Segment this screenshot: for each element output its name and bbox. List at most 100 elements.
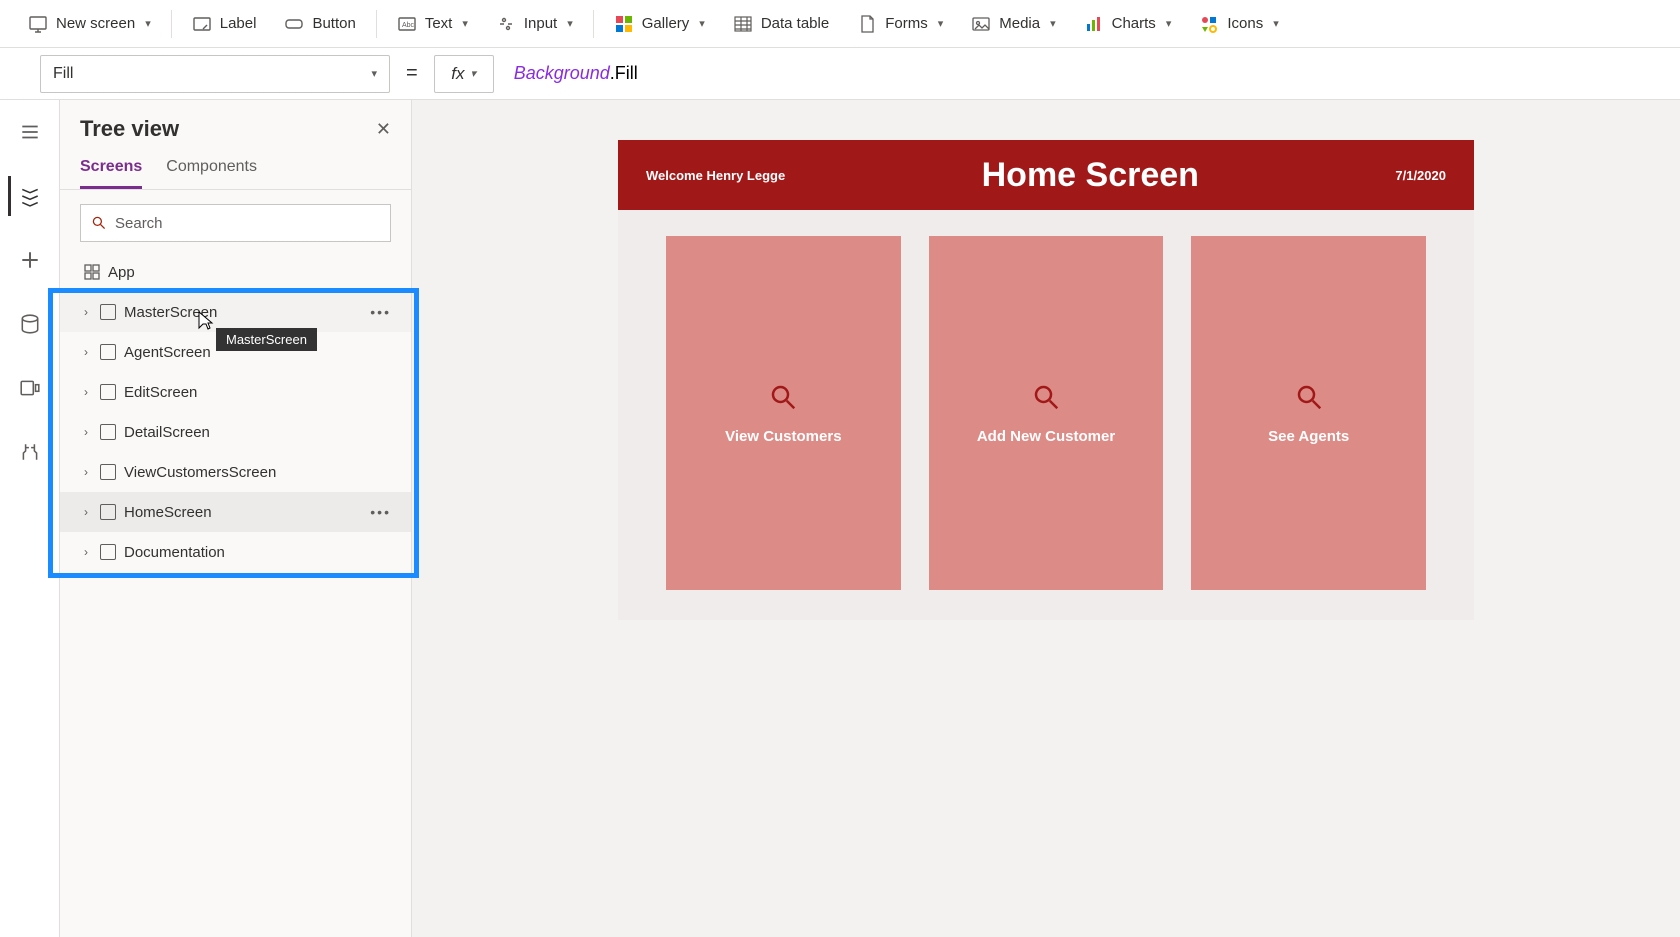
tile-label: See Agents [1268, 428, 1349, 445]
search-icon [1294, 382, 1324, 416]
ribbon-separator [376, 10, 377, 38]
chevron-down-icon: ▾ [145, 17, 151, 30]
label-label: Label [220, 15, 257, 32]
tooltip: MasterScreen [216, 328, 317, 351]
chevron-down-icon: ▾ [1050, 17, 1056, 30]
chevron-right-icon[interactable]: › [80, 305, 92, 319]
chevron-right-icon[interactable]: › [80, 545, 92, 559]
rail-hamburger[interactable] [10, 112, 50, 152]
media-button[interactable]: Media ▾ [959, 8, 1067, 40]
data-table-button[interactable]: Data table [721, 8, 841, 40]
chevron-down-icon: ▾ [471, 67, 477, 80]
chevron-down-icon: ▾ [462, 17, 468, 30]
text-button[interactable]: Abc Text ▾ [385, 8, 480, 40]
tree-node-app[interactable]: App [60, 252, 411, 292]
tree-label: HomeScreen [124, 504, 212, 521]
tab-components[interactable]: Components [166, 150, 257, 189]
tree-node-screen[interactable]: › HomeScreen ••• [60, 492, 411, 532]
tree-node-screen[interactable]: › EditScreen [60, 372, 411, 412]
tree-node-screen[interactable]: › Documentation [60, 532, 411, 572]
app-header: Welcome Henry Legge Home Screen 7/1/2020 [618, 140, 1474, 210]
tile-view-customers[interactable]: View Customers [666, 236, 901, 590]
panel-title: Tree view [80, 116, 179, 142]
welcome-text: Welcome Henry Legge [646, 168, 785, 183]
charts-label: Charts [1112, 15, 1156, 32]
label-icon [192, 14, 212, 34]
button-button[interactable]: Button [272, 8, 367, 40]
media-label: Media [999, 15, 1040, 32]
fx-label: fx [451, 64, 464, 84]
rail-data[interactable] [10, 304, 50, 344]
search-input[interactable]: Search [80, 204, 391, 242]
rail-insert[interactable] [10, 240, 50, 280]
input-button[interactable]: Input ▾ [484, 8, 585, 40]
gallery-icon [614, 14, 634, 34]
formula-input[interactable]: Background.Fill [506, 55, 1680, 93]
date-text: 7/1/2020 [1395, 168, 1446, 183]
chevron-down-icon: ▾ [1273, 17, 1279, 30]
forms-button[interactable]: Forms ▾ [845, 8, 955, 40]
screen-icon [100, 544, 116, 560]
data-table-icon [733, 14, 753, 34]
chevron-right-icon[interactable]: › [80, 465, 92, 479]
chevron-down-icon: ▾ [371, 67, 377, 80]
tree-node-screen[interactable]: › ViewCustomersScreen [60, 452, 411, 492]
equals-sign: = [402, 62, 422, 85]
text-icon: Abc [397, 14, 417, 34]
forms-label: Forms [885, 15, 928, 32]
new-screen-button[interactable]: New screen ▾ [16, 8, 163, 40]
property-value: Fill [53, 65, 73, 83]
chevron-down-icon: ▾ [699, 17, 705, 30]
input-label: Input [524, 15, 557, 32]
chevron-down-icon: ▾ [938, 17, 944, 30]
icons-button[interactable]: Icons ▾ [1187, 8, 1290, 40]
search-placeholder: Search [115, 215, 163, 232]
ribbon-separator [171, 10, 172, 38]
formula-property: .Fill [610, 63, 638, 84]
canvas-area[interactable]: Welcome Henry Legge Home Screen 7/1/2020… [412, 100, 1680, 937]
search-icon [1031, 382, 1061, 416]
tree-label: MasterScreen [124, 304, 217, 321]
chevron-right-icon[interactable]: › [80, 385, 92, 399]
tile-add-customer[interactable]: Add New Customer [929, 236, 1164, 590]
screen-title: Home Screen [982, 156, 1199, 195]
tab-screens[interactable]: Screens [80, 150, 142, 189]
left-rail [0, 100, 60, 937]
gallery-button[interactable]: Gallery ▾ [602, 8, 717, 40]
charts-button[interactable]: Charts ▾ [1072, 8, 1184, 40]
chevron-right-icon[interactable]: › [80, 505, 92, 519]
more-icon[interactable]: ••• [370, 504, 391, 520]
tree-label: AgentScreen [124, 344, 211, 361]
more-icon[interactable]: ••• [370, 304, 391, 320]
input-icon [496, 14, 516, 34]
tree-node-screen[interactable]: › DetailScreen [60, 412, 411, 452]
ribbon-separator [593, 10, 594, 38]
tree-node-screen[interactable]: › MasterScreen ••• [60, 292, 411, 332]
screen-icon [28, 14, 48, 34]
tree-label: DetailScreen [124, 424, 210, 441]
screen-icon [100, 304, 116, 320]
insert-ribbon: New screen ▾ Label Button Abc Text ▾ Inp… [0, 0, 1680, 48]
tree-label: EditScreen [124, 384, 197, 401]
property-selector[interactable]: Fill ▾ [40, 55, 390, 93]
screen-icon [100, 464, 116, 480]
rail-tools[interactable] [10, 432, 50, 472]
chevron-down-icon: ▾ [1166, 17, 1172, 30]
tile-label: Add New Customer [977, 428, 1115, 445]
screen-icon [100, 504, 116, 520]
tree-label: ViewCustomersScreen [124, 464, 276, 481]
close-icon[interactable]: ✕ [376, 119, 391, 140]
svg-text:Abc: Abc [402, 22, 415, 29]
chevron-down-icon: ▾ [567, 17, 573, 30]
label-button[interactable]: Label [180, 8, 269, 40]
chevron-right-icon[interactable]: › [80, 345, 92, 359]
tree-label: Documentation [124, 544, 225, 561]
button-label: Button [312, 15, 355, 32]
rail-media[interactable] [10, 368, 50, 408]
rail-tree-view[interactable] [8, 176, 48, 216]
tree: App › MasterScreen ••• MasterScreen › [60, 252, 411, 580]
chevron-right-icon[interactable]: › [80, 425, 92, 439]
fx-button[interactable]: fx ▾ [434, 55, 494, 93]
tile-see-agents[interactable]: See Agents [1191, 236, 1426, 590]
app-canvas[interactable]: Welcome Henry Legge Home Screen 7/1/2020… [618, 140, 1474, 620]
